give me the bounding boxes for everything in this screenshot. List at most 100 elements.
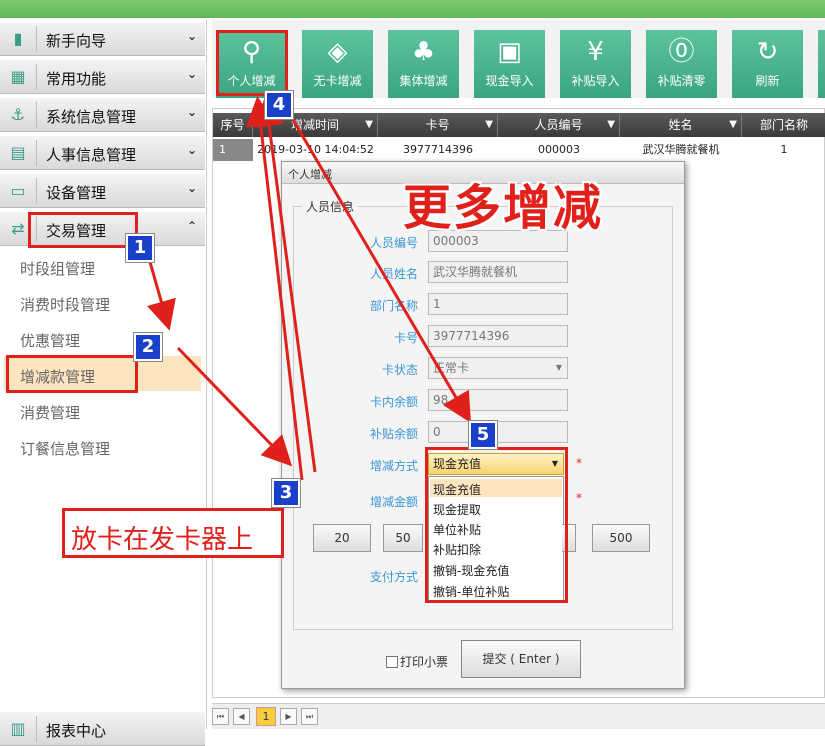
- required-mark: *: [576, 491, 582, 505]
- subsidy-import-button[interactable]: ¥ 补贴导入: [560, 30, 631, 98]
- divider: [36, 102, 37, 128]
- highlight-method-dropdown: [425, 447, 568, 603]
- last-page-icon[interactable]: ⏭: [301, 708, 318, 725]
- sidebar-section-guide[interactable]: ▮ 新手向导 ⌄: [0, 22, 205, 56]
- card-tag-icon: ◈: [327, 37, 348, 67]
- subsidy-label: 补贴余额: [369, 427, 418, 441]
- subsidy-field[interactable]: 0: [428, 421, 568, 443]
- table-row[interactable]: 1 2019-03-10 14:04:52 3977714396 000003 …: [213, 139, 825, 161]
- step-badge-3: 3: [272, 479, 300, 507]
- person-name-field[interactable]: 武汉华腾就餐机: [428, 261, 568, 283]
- dialog-title: 个人增减: [288, 168, 332, 181]
- sidebar-section-report[interactable]: ▥ 报表中心: [0, 712, 205, 746]
- print-receipt-checkbox[interactable]: 打印小票: [386, 653, 448, 670]
- first-page-icon[interactable]: ⏮: [212, 708, 229, 725]
- card-status-select[interactable]: 正常卡 ▼: [428, 357, 568, 379]
- sidebar-item-consume[interactable]: 消费管理: [20, 402, 80, 423]
- filter-icon[interactable]: ▼: [485, 113, 493, 137]
- cash-import-button[interactable]: ▣ 现金导入: [474, 30, 545, 98]
- book-icon: ▮: [13, 29, 23, 48]
- chevron-down-icon: ▼: [555, 363, 562, 372]
- sidebar-section-label: 新手向导: [46, 32, 107, 50]
- refresh-icon: ↻: [756, 37, 779, 67]
- balance-label: 卡内余额: [369, 395, 418, 409]
- grid-icon: ▦: [10, 67, 26, 86]
- pay-label: 支付方式: [369, 570, 418, 584]
- column-header-card[interactable]: 卡号 ▼: [378, 113, 498, 137]
- cardless-adjust-button[interactable]: ◈ 无卡增减: [302, 30, 373, 98]
- checkbox-box[interactable]: [386, 656, 398, 668]
- card-status-label: 卡状态: [381, 363, 418, 377]
- amount-50-button[interactable]: 50: [383, 524, 423, 552]
- card-no-field[interactable]: 3977714396: [428, 325, 568, 347]
- dept-name-field[interactable]: 1: [428, 293, 568, 315]
- highlight-transaction-menu: [28, 212, 138, 248]
- amount-20-button[interactable]: 20: [313, 524, 371, 552]
- sidebar-section-label: 常用功能: [46, 70, 107, 88]
- filter-icon[interactable]: ▼: [607, 113, 615, 137]
- amount-label: 增减金额: [369, 495, 418, 509]
- sidebar-section-common[interactable]: ▦ 常用功能 ⌄: [0, 60, 205, 94]
- cell-card: 3977714396: [403, 143, 473, 156]
- card-status-value: 正常卡: [433, 361, 470, 375]
- step-badge-5: 5: [469, 421, 497, 449]
- divider: [36, 140, 37, 166]
- chevron-down-icon: ⌄: [186, 105, 197, 119]
- print-label: 打印小票: [400, 655, 449, 669]
- column-header-person-no[interactable]: 人员编号 ▼: [498, 113, 620, 137]
- anchor-icon: ⚓: [10, 105, 26, 124]
- zero-reset-icon: ⓪: [668, 37, 695, 67]
- column-header-name[interactable]: 姓名 ▼: [620, 113, 742, 137]
- sidebar-section-system[interactable]: ⚓ 系统信息管理 ⌄: [0, 98, 205, 132]
- sidebar-section-hr[interactable]: ▤ 人事信息管理 ⌄: [0, 136, 205, 170]
- step-badge-1: 1: [126, 234, 154, 262]
- button-label: 补贴导入: [571, 74, 620, 88]
- submit-button[interactable]: 提交 ( Enter ): [461, 640, 581, 678]
- column-header-index[interactable]: 序号: [213, 113, 253, 137]
- group-icon: ♣: [411, 37, 436, 67]
- divider: [36, 64, 37, 90]
- column-header-dept[interactable]: 部门名称: [742, 113, 825, 137]
- sidebar-item-meal-order[interactable]: 订餐信息管理: [20, 438, 110, 459]
- sidebar-item-timeslot-group[interactable]: 时段组管理: [20, 258, 95, 279]
- chevron-down-icon: ⌄: [186, 181, 197, 195]
- fieldset-legend: 人员信息: [302, 198, 359, 215]
- sidebar-section-label: 报表中心: [46, 722, 107, 740]
- filter-icon[interactable]: ▼: [729, 113, 737, 137]
- placard-text: 放卡在发卡器上: [71, 525, 254, 555]
- column-title: 人员编号: [534, 118, 583, 132]
- sidebar-section-label: 人事信息管理: [46, 146, 137, 164]
- chevron-down-icon: ⌄: [186, 29, 197, 43]
- more-button[interactable]: [818, 30, 825, 98]
- chevron-down-icon: ⌄: [186, 67, 197, 81]
- refresh-button[interactable]: ↻ 刷新: [732, 30, 803, 98]
- subsidy-clear-button[interactable]: ⓪ 补贴清零: [646, 30, 717, 98]
- divider: [36, 178, 37, 204]
- required-mark: *: [576, 456, 582, 470]
- group-adjust-button[interactable]: ♣ 集体增减: [388, 30, 459, 98]
- step-badge-2: 2: [134, 333, 162, 361]
- exchange-icon: ⇄: [11, 219, 25, 238]
- divider: [36, 26, 37, 52]
- dept-name-label: 部门名称: [369, 299, 418, 313]
- filter-icon[interactable]: ▼: [365, 113, 373, 137]
- balance-field[interactable]: 98: [428, 389, 568, 411]
- column-title: 部门名称: [759, 118, 808, 132]
- button-label: 现金导入: [485, 74, 534, 88]
- column-title: 姓名: [668, 118, 693, 132]
- amount-500-button[interactable]: 500: [592, 524, 650, 552]
- page-number[interactable]: 1: [256, 707, 276, 726]
- top-banner: [0, 0, 825, 18]
- next-page-icon[interactable]: ▶: [280, 708, 297, 725]
- cell-name: 武汉华腾就餐机: [642, 143, 720, 156]
- prev-page-icon[interactable]: ◀: [233, 708, 250, 725]
- column-title: 增减时间: [290, 118, 339, 132]
- pager: ⏮ ◀ 1 ▶ ⏭: [212, 703, 825, 729]
- sidebar-item-consume-period[interactable]: 消费时段管理: [20, 294, 110, 315]
- cell-time: 2019-03-10 14:04:52: [257, 143, 374, 156]
- person-name-label: 人员姓名: [369, 267, 418, 281]
- sidebar-section-device[interactable]: ▭ 设备管理 ⌄: [0, 174, 205, 208]
- button-label: 刷新: [755, 74, 780, 88]
- chevron-down-icon: ⌄: [186, 143, 197, 157]
- sidebar-item-discount[interactable]: 优惠管理: [20, 330, 80, 351]
